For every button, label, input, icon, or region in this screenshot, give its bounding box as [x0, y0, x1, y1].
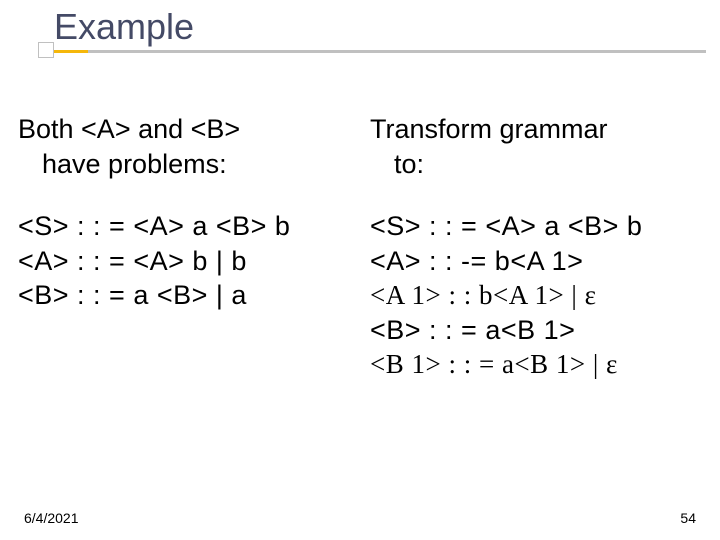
left-column: Both <A> and <B> have problems: <S> : : … [18, 112, 350, 382]
footer-page-number: 54 [680, 510, 696, 526]
columns: Both <A> and <B> have problems: <S> : : … [18, 112, 702, 382]
right-intro-line1: Transform grammar [370, 112, 702, 147]
title-wrap: Example [54, 6, 700, 54]
grammar-rule: <A> : : -= b<A 1> [370, 244, 702, 279]
grammar-rule: <S> : : = <A> a <B> b [370, 209, 702, 244]
left-intro-line2: have problems: [18, 147, 350, 182]
grammar-rule: <B> : : = a <B> | a [18, 278, 350, 313]
grammar-rule: <B> : : = a<B 1> [370, 313, 702, 348]
grammar-rule: <B 1> : : = a<B 1> | ε [370, 347, 702, 382]
right-intro-line2: to: [370, 147, 702, 182]
grammar-rule: <S> : : = <A> a <B> b [18, 209, 350, 244]
title-bullet-icon [38, 42, 54, 58]
footer-date: 6/4/2021 [24, 510, 79, 526]
right-column: Transform grammar to: <S> : : = <A> a <B… [370, 112, 702, 382]
slide-body: Both <A> and <B> have problems: <S> : : … [18, 112, 702, 382]
slide: Example Both <A> and <B> have problems: … [0, 0, 720, 540]
right-intro: Transform grammar to: [370, 112, 702, 181]
left-intro-line1: Both <A> and <B> [18, 112, 350, 147]
grammar-rule: <A 1> : : b<A 1> | ε [370, 278, 702, 313]
grammar-rule: <A> : : = <A> b | b [18, 244, 350, 279]
slide-title: Example [54, 6, 700, 54]
title-underline [46, 50, 706, 53]
left-intro: Both <A> and <B> have problems: [18, 112, 350, 181]
